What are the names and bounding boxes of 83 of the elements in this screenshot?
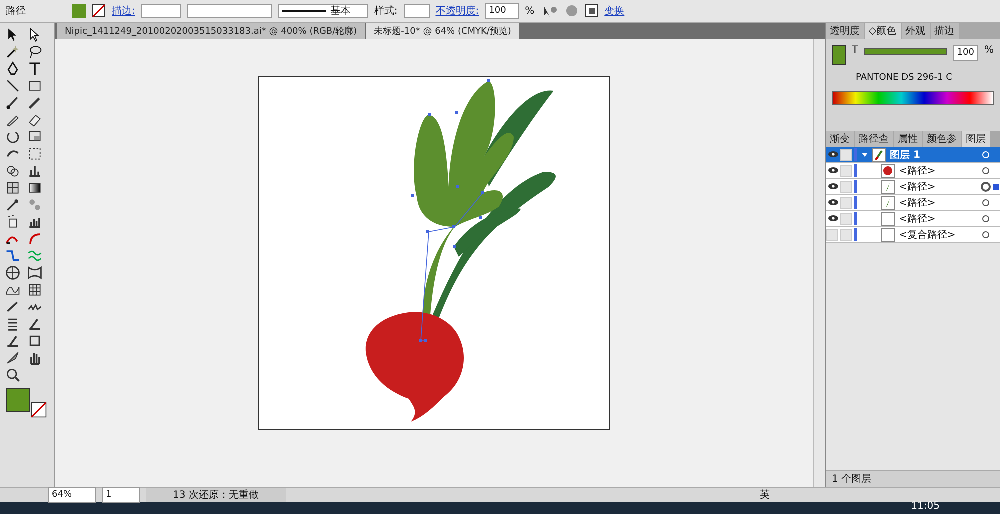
fill-color-swatch[interactable]: [6, 388, 30, 412]
layer-count: 1 个图层: [832, 473, 872, 486]
taskbar-clock: 11:05: [911, 502, 940, 512]
layer-row[interactable]: 图层 1: [826, 147, 1000, 163]
variable-width-dropdown[interactable]: [187, 4, 272, 18]
eraser-icon[interactable]: [26, 112, 44, 128]
free-transform-icon[interactable]: [26, 146, 44, 162]
opacity-link[interactable]: 不透明度:: [436, 4, 480, 18]
stroke-weight-dropdown[interactable]: [141, 4, 182, 18]
tint-field[interactable]: 100: [953, 45, 978, 61]
visibility-toggle[interactable]: [826, 228, 838, 240]
vertical-scrollbar[interactable]: [813, 39, 825, 487]
target-circle-icon[interactable]: [980, 182, 1000, 192]
lock-toggle[interactable]: [840, 164, 852, 176]
artboard-dropdown[interactable]: 1: [102, 487, 140, 503]
step-line-icon[interactable]: [4, 248, 22, 264]
panel-tab[interactable]: 图层: [962, 131, 990, 147]
layer-name: <路径>: [899, 164, 937, 178]
no-stroke-swatch-icon[interactable]: [92, 4, 106, 18]
eye-icon[interactable]: [828, 215, 838, 222]
brush-dropdown[interactable]: 基本: [278, 4, 368, 18]
percent-label: %: [984, 45, 994, 56]
panel-tab[interactable]: ◇颜色: [865, 23, 901, 39]
document-tab[interactable]: 未标题-10* @ 64% (CMYK/预览): [366, 23, 520, 39]
panel-tab[interactable]: 描边: [930, 23, 959, 39]
zoom-icon[interactable]: [4, 367, 22, 383]
mesh-icon[interactable]: [4, 180, 22, 196]
transform-link[interactable]: 变换: [604, 4, 625, 18]
layer-name: <路径>: [899, 212, 937, 226]
shape-builder-icon[interactable]: [4, 163, 22, 179]
leaf-thumbnail-icon: [881, 180, 895, 194]
swatch-name: PANTONE DS 296-1 C: [855, 73, 954, 83]
panel-tab[interactable]: 颜色参: [923, 131, 961, 147]
zoom-dropdown[interactable]: 64%: [48, 487, 96, 503]
lock-toggle[interactable]: [840, 228, 852, 240]
lock-toggle[interactable]: [840, 196, 852, 208]
layer-row[interactable]: <路径>: [826, 211, 1000, 227]
panel-tab[interactable]: 渐变: [826, 131, 854, 147]
object-type-label: 路径: [6, 5, 27, 18]
align-grid-icon[interactable]: [584, 4, 599, 18]
panel-tab[interactable]: 透明度: [826, 23, 864, 39]
eye-icon[interactable]: [828, 167, 838, 174]
layer-row[interactable]: <路径>: [826, 179, 1000, 195]
tint-label: T: [852, 45, 858, 56]
eye-icon[interactable]: [828, 183, 838, 190]
layer-row[interactable]: <路径>: [826, 195, 1000, 211]
layer-name: <路径>: [899, 196, 937, 210]
percent-label: %: [525, 6, 535, 16]
eye-icon[interactable]: [828, 151, 838, 158]
document-tab[interactable]: Nipic_1411249_20100202003515033183.ai* @ 400% (RGB/轮廓): [57, 23, 366, 39]
lock-toggle[interactable]: [840, 212, 852, 224]
layer-row[interactable]: <复合路径>: [826, 227, 1000, 243]
opacity-field[interactable]: 100: [485, 3, 520, 19]
fill-swatch[interactable]: [72, 4, 86, 18]
grid-icon[interactable]: [26, 282, 44, 298]
layer-name: 图层 1: [890, 148, 922, 162]
gradient-icon[interactable]: [26, 180, 44, 196]
layer-name: <路径>: [899, 180, 937, 194]
leaf-thumbnail-icon: [881, 196, 895, 210]
rotate-icon[interactable]: [4, 129, 22, 145]
panel-tab[interactable]: 路径查: [855, 131, 893, 147]
style-label: 样式:: [374, 4, 398, 18]
stroke-link[interactable]: 描边:: [112, 4, 136, 18]
ime-language-indicator[interactable]: 英: [760, 488, 770, 502]
rectangle-icon[interactable]: [26, 78, 44, 94]
history-status: 13 次还原：无重做: [146, 488, 286, 502]
envelope-distort-icon[interactable]: [26, 265, 44, 281]
layer-thumbnail-icon: [872, 148, 886, 162]
magic-wand-icon[interactable]: [4, 44, 22, 60]
lock-toggle[interactable]: [840, 180, 852, 192]
layer-name: <复合路径>: [899, 228, 957, 242]
fill-color-swatch[interactable]: [832, 45, 846, 65]
layer-row[interactable]: <路径>: [826, 163, 1000, 179]
crosshair-icon[interactable]: [4, 265, 22, 281]
color-spectrum-bar[interactable]: [832, 91, 994, 105]
radish-thumbnail-icon: [881, 164, 895, 178]
panel-tab[interactable]: 属性: [894, 131, 922, 147]
no-stroke-swatch-icon[interactable]: [30, 402, 48, 418]
panel-tab[interactable]: 外观: [902, 23, 930, 39]
style-dropdown[interactable]: [404, 4, 430, 18]
eye-icon[interactable]: [828, 199, 838, 206]
lock-toggle[interactable]: [840, 148, 852, 160]
expand-triangle-icon[interactable]: [861, 150, 869, 158]
